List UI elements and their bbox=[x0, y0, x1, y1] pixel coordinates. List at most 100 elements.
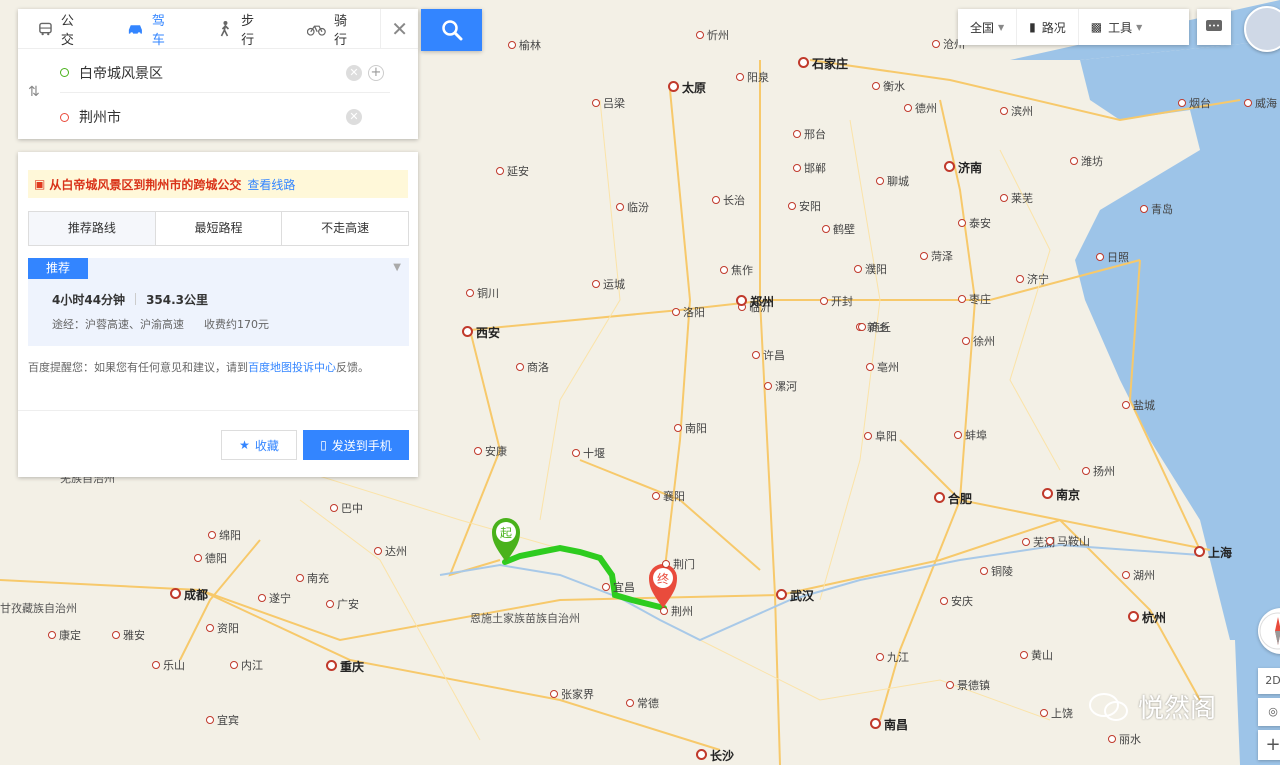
city-label[interactable]: 康定 bbox=[48, 627, 81, 643]
city-label[interactable]: 莱芜 bbox=[1000, 190, 1033, 206]
tab-no-highway[interactable]: 不走高速 bbox=[282, 212, 409, 245]
city-label[interactable]: 宜宾 bbox=[206, 712, 239, 728]
destination-input-value[interactable]: 荆州市 bbox=[79, 107, 121, 127]
city-label[interactable]: 合肥 bbox=[934, 490, 972, 507]
city-label[interactable]: 鹤壁 bbox=[822, 221, 855, 237]
city-label[interactable]: 运城 bbox=[592, 276, 625, 292]
city-label[interactable]: 阜阳 bbox=[864, 428, 897, 444]
city-label[interactable]: 成都 bbox=[170, 586, 208, 603]
city-label[interactable]: 湖州 bbox=[1122, 567, 1155, 583]
search-button[interactable] bbox=[421, 9, 482, 51]
city-label[interactable]: 黄山 bbox=[1020, 647, 1053, 663]
city-label[interactable]: 吕梁 bbox=[592, 95, 625, 111]
city-label[interactable]: 十堰 bbox=[572, 445, 605, 461]
tab-bike[interactable]: 骑行 bbox=[287, 9, 380, 49]
chevron-down-icon[interactable]: ▼ bbox=[393, 262, 401, 273]
tab-recommended-route[interactable]: 推荐路线 bbox=[29, 212, 156, 245]
city-label[interactable]: 内江 bbox=[230, 657, 263, 673]
view-2d-button[interactable]: 2D bbox=[1258, 668, 1280, 694]
city-label[interactable]: 阳泉 bbox=[736, 69, 769, 85]
city-label[interactable]: 荆州 bbox=[660, 603, 693, 619]
send-to-phone-button[interactable]: ▯ 发送到手机 bbox=[303, 430, 409, 460]
city-label[interactable]: 盐城 bbox=[1122, 397, 1155, 413]
tab-drive[interactable]: 驾车 bbox=[107, 9, 198, 49]
region-select[interactable]: 全国 ▼ bbox=[958, 9, 1018, 45]
city-label[interactable]: 漯河 bbox=[764, 378, 797, 394]
city-label[interactable]: 徐州 bbox=[962, 333, 995, 349]
city-label[interactable]: 丽水 bbox=[1108, 731, 1141, 747]
city-label[interactable]: 资阳 bbox=[206, 620, 239, 636]
city-label[interactable]: 张家界 bbox=[550, 686, 594, 702]
city-label[interactable]: 石家庄 bbox=[798, 55, 848, 72]
city-label[interactable]: 上饶 bbox=[1040, 705, 1073, 721]
city-label[interactable]: 聊城 bbox=[876, 173, 909, 189]
city-label[interactable]: 日照 bbox=[1096, 249, 1129, 265]
city-label[interactable]: 马鞍山 bbox=[1046, 533, 1090, 549]
city-label[interactable]: 长治 bbox=[712, 192, 745, 208]
tab-walk[interactable]: 步行 bbox=[198, 9, 287, 49]
city-label[interactable]: 上海 bbox=[1194, 544, 1232, 561]
locate-icon[interactable]: ◎ bbox=[1258, 698, 1280, 726]
zoom-in-button[interactable]: + bbox=[1258, 730, 1280, 760]
city-label[interactable]: 南阳 bbox=[674, 420, 707, 436]
city-label[interactable]: 武汉 bbox=[776, 587, 814, 604]
city-label[interactable]: 许昌 bbox=[752, 347, 785, 363]
origin-field[interactable]: 白帝城风景区 ✕ + bbox=[60, 53, 390, 93]
destination-field[interactable]: 荆州市 ✕ bbox=[60, 97, 390, 137]
city-label[interactable]: 西安 bbox=[462, 324, 500, 341]
city-label[interactable]: 延安 bbox=[496, 163, 529, 179]
city-label[interactable]: 宜昌 bbox=[602, 579, 635, 595]
city-label[interactable]: 南昌 bbox=[870, 716, 908, 733]
complaint-center-link[interactable]: 百度地图投诉中心 bbox=[248, 361, 336, 374]
city-label[interactable]: 九江 bbox=[876, 649, 909, 665]
city-label[interactable]: 重庆 bbox=[326, 658, 364, 675]
city-label[interactable]: 绵阳 bbox=[208, 527, 241, 543]
city-label[interactable]: 荆门 bbox=[662, 556, 695, 572]
city-label[interactable]: 亳州 bbox=[866, 359, 899, 375]
city-label[interactable]: 铜陵 bbox=[980, 563, 1013, 579]
city-label[interactable]: 威海 bbox=[1244, 95, 1277, 111]
origin-input-value[interactable]: 白帝城风景区 bbox=[79, 63, 163, 83]
city-label[interactable]: 扬州 bbox=[1082, 463, 1115, 479]
clear-origin-icon[interactable]: ✕ bbox=[346, 64, 362, 81]
add-waypoint-icon[interactable]: + bbox=[368, 64, 384, 81]
city-label[interactable]: 安康 bbox=[474, 443, 507, 459]
tools-button[interactable]: ▩ 工具 ▼ bbox=[1079, 9, 1155, 45]
close-icon[interactable]: ✕ bbox=[380, 8, 418, 49]
city-label[interactable]: 商洛 bbox=[516, 359, 549, 375]
city-label[interactable]: 达州 bbox=[374, 543, 407, 559]
traffic-button[interactable]: ▮ 路况 bbox=[1017, 9, 1079, 45]
city-label[interactable]: 安阳 bbox=[788, 198, 821, 214]
city-label[interactable]: 铜川 bbox=[466, 285, 499, 301]
city-label[interactable]: 长沙 bbox=[696, 747, 734, 764]
city-label[interactable]: 焦作 bbox=[720, 262, 753, 278]
city-label[interactable]: 邯郸 bbox=[793, 160, 826, 176]
city-label[interactable]: 雅安 bbox=[112, 627, 145, 643]
tab-bus[interactable]: 公交 bbox=[18, 9, 107, 49]
city-label[interactable]: 济南 bbox=[944, 159, 982, 176]
city-label[interactable]: 南京 bbox=[1042, 486, 1080, 503]
recommended-route-card[interactable]: 推荐 ▼ 4小时44分钟 354.3公里 途经：沪蓉高速、沪渝高速 收费约170元 bbox=[28, 258, 409, 346]
city-label[interactable]: 常德 bbox=[626, 695, 659, 711]
city-label[interactable]: 忻州 bbox=[696, 27, 729, 43]
city-label[interactable]: 榆林 bbox=[508, 37, 541, 53]
favorite-button[interactable]: ★ 收藏 bbox=[221, 430, 297, 460]
city-label[interactable]: 蚌埠 bbox=[954, 427, 987, 443]
tab-shortest-route[interactable]: 最短路程 bbox=[155, 212, 283, 245]
city-label[interactable]: 商丘 bbox=[858, 319, 891, 335]
city-label[interactable]: 德州 bbox=[904, 100, 937, 116]
city-label[interactable]: 邢台 bbox=[793, 126, 826, 142]
city-label[interactable]: 开封 bbox=[820, 293, 853, 309]
message-button[interactable] bbox=[1197, 9, 1231, 45]
city-label[interactable]: 巴中 bbox=[330, 500, 363, 516]
city-label[interactable]: 衡水 bbox=[872, 78, 905, 94]
city-label[interactable]: 濮阳 bbox=[854, 261, 887, 277]
city-label[interactable]: 安庆 bbox=[940, 593, 973, 609]
city-label[interactable]: 济宁 bbox=[1016, 271, 1049, 287]
compass-icon[interactable] bbox=[1258, 608, 1280, 654]
city-label[interactable]: 广安 bbox=[326, 596, 359, 612]
swap-route-icon[interactable]: ⇅ bbox=[28, 84, 40, 100]
city-label[interactable]: 滨州 bbox=[1000, 103, 1033, 119]
city-label[interactable]: 遂宁 bbox=[258, 590, 291, 606]
city-label[interactable]: 洛阳 bbox=[672, 304, 705, 320]
